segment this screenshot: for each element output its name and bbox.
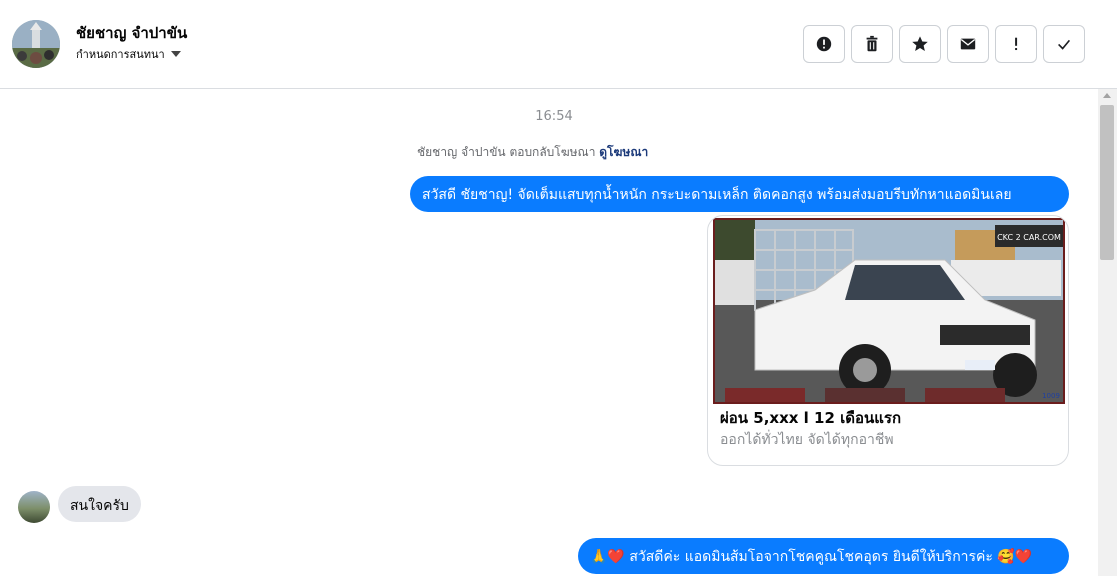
message-thread[interactable]: 16:54 ชัยชาญ จำปาขัน ตอบกลับโฆษณา ดูโฆษณ… bbox=[0, 90, 1098, 576]
check-icon bbox=[1058, 39, 1071, 50]
ad-reply-note: ชัยชาญ จำปาขัน ตอบกลับโฆษณา ดูโฆษณา bbox=[417, 143, 648, 162]
star-icon bbox=[912, 36, 928, 52]
thread-scrollbar[interactable] bbox=[1098, 89, 1117, 576]
ad-card-title: ผ่อน 5,xxx l 12 เดือนแรก bbox=[720, 409, 902, 427]
caret-down-icon bbox=[170, 51, 181, 57]
star-button[interactable] bbox=[899, 25, 941, 63]
scrollbar-thumb[interactable] bbox=[1100, 105, 1114, 260]
follow-up-button[interactable] bbox=[995, 25, 1037, 63]
conversation-schedule-label: กำหนดการสนทนา bbox=[76, 48, 165, 61]
outgoing-message[interactable]: 🙏❤️ สวัสดีค่ะ แอดมินส้มโอจากโชคคูณโชคอุด… bbox=[578, 538, 1069, 574]
mark-done-button[interactable] bbox=[1043, 25, 1085, 63]
ad-reply-text: ชัยชาญ จำปาขัน ตอบกลับโฆษณา bbox=[417, 145, 596, 159]
view-ad-link[interactable]: ดูโฆษณา bbox=[599, 145, 648, 159]
ad-card-subtitle: ออกได้ทั่วไทย จัดได้ทุกอาชีพ bbox=[720, 432, 894, 448]
contact-avatar[interactable] bbox=[12, 20, 60, 68]
alert-circle-icon bbox=[816, 36, 832, 52]
contact-avatar-small bbox=[18, 491, 50, 523]
ad-image: CKC 2 CAR.COM 1009 bbox=[713, 218, 1065, 404]
conversation-schedule-dropdown[interactable]: กำหนดการสนทนา bbox=[76, 45, 181, 63]
header-actions bbox=[803, 25, 1085, 63]
image-logo-text: CKC 2 CAR.COM bbox=[997, 233, 1061, 242]
pickup-truck-icon: CKC 2 CAR.COM 1009 bbox=[715, 220, 1063, 402]
trash-icon bbox=[866, 35, 878, 52]
image-corner-text: 1009 bbox=[1042, 392, 1060, 400]
exclamation-icon bbox=[1015, 37, 1018, 51]
delete-button[interactable] bbox=[851, 25, 893, 63]
outgoing-message[interactable]: สวัสดี ชัยชาญ! จัดเต็มแสบทุกน้ำหนัก กระบ… bbox=[410, 176, 1069, 212]
ad-card[interactable]: CKC 2 CAR.COM 1009 ผ่อน 5,xxx l 12 เดือน… bbox=[707, 215, 1069, 466]
avatar-photo-icon bbox=[12, 20, 60, 68]
mark-spam-button[interactable] bbox=[803, 25, 845, 63]
mark-unread-button[interactable] bbox=[947, 25, 989, 63]
conversation-header: ชัยชาญ จำปาขัน กำหนดการสนทนา bbox=[0, 0, 1117, 89]
contact-name: ชัยชาญ จำปาขัน bbox=[76, 24, 188, 42]
scroll-up-arrow-icon[interactable] bbox=[1103, 93, 1111, 98]
envelope-icon bbox=[960, 38, 976, 50]
message-timestamp: 16:54 bbox=[535, 109, 573, 124]
incoming-message[interactable]: สนใจครับ bbox=[58, 486, 141, 522]
